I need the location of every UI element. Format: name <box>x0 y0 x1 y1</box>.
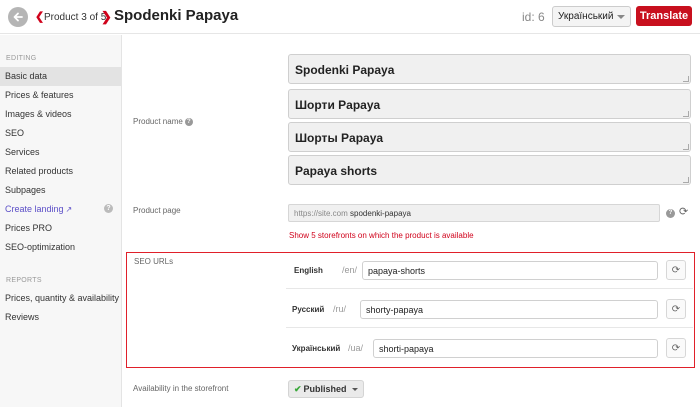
sidebar-item-prices-features[interactable]: Prices & features <box>0 86 121 105</box>
product-id: id: 6 <box>522 10 545 24</box>
sidebar-item-prices-quantity[interactable]: Prices, quantity & availability <box>0 289 121 308</box>
product-name-field-ua[interactable]: Шорти Papaya <box>288 89 691 119</box>
refresh-icon[interactable]: ⟳ <box>679 207 688 218</box>
product-name-field-pl[interactable]: Spodenki Papaya <box>288 54 691 84</box>
back-icon[interactable] <box>8 7 28 27</box>
sidebar-item-reviews[interactable]: Reviews <box>0 308 121 327</box>
availability-label: Availability in the storefront <box>133 384 229 393</box>
product-page-label: Product page <box>133 206 181 215</box>
refresh-icon[interactable]: ⟳ <box>666 338 686 358</box>
product-name-label: Product name? <box>133 117 193 126</box>
divider <box>286 327 693 328</box>
product-name-field-ru[interactable]: Шорты Papaya <box>288 122 691 152</box>
seo-path-ua: /ua/ <box>348 343 364 353</box>
product-name-label-text: Product name <box>133 117 183 126</box>
seo-lang-ukrainian: Український <box>292 344 341 353</box>
refresh-icon[interactable]: ⟳ <box>666 260 686 280</box>
sidebar-item-services[interactable]: Services <box>0 143 121 162</box>
sidebar-item-subpages[interactable]: Subpages <box>0 181 121 200</box>
translate-button[interactable]: Translate <box>636 6 692 26</box>
help-icon[interactable]: ? <box>184 117 193 126</box>
url-slug: spodenki-papaya <box>350 209 411 218</box>
page-title: Spodenki Papaya <box>114 7 239 24</box>
seo-lang-russian: Русский <box>292 305 325 314</box>
product-counter: Product 3 of 5 <box>44 12 107 23</box>
sidebar-item-basic-data[interactable]: Basic data <box>0 67 121 86</box>
resize-handle-icon[interactable] <box>683 177 689 183</box>
divider <box>286 288 693 289</box>
seo-url-input-en[interactable]: papaya-shorts <box>362 261 658 280</box>
sidebar-item-create-landing[interactable]: Create landing ↗ ? <box>0 200 121 219</box>
resize-handle-icon[interactable] <box>683 144 689 150</box>
sidebar-section-reports: REPORTS <box>6 277 42 284</box>
chevron-down-icon <box>617 15 625 19</box>
url-prefix: https://site.com <box>294 209 348 218</box>
page-header: ❮ Product 3 of 5 ❯ Spodenki Papaya id: 6… <box>0 0 700 34</box>
seo-path-ru: /ru/ <box>333 304 347 314</box>
availability-status: Published <box>303 384 347 394</box>
seo-url-input-ua[interactable]: shorti-papaya <box>373 339 658 358</box>
next-product-icon[interactable]: ❯ <box>101 9 112 25</box>
resize-handle-icon[interactable] <box>683 76 689 82</box>
seo-path-en: /en/ <box>342 265 358 275</box>
prev-product-icon[interactable]: ❮ <box>35 10 44 23</box>
sidebar-item-images-videos[interactable]: Images & videos <box>0 105 121 124</box>
resize-handle-icon[interactable] <box>683 111 689 117</box>
sidebar-item-seo-optimization[interactable]: SEO-optimization <box>0 238 121 257</box>
sidebar-item-label: Create landing <box>5 204 64 214</box>
seo-url-input-ru[interactable]: shorty-papaya <box>360 300 658 319</box>
product-name-value: Spodenki Papaya <box>295 63 395 77</box>
sidebar-item-seo[interactable]: SEO <box>0 124 121 143</box>
language-select-value: Український <box>558 11 614 22</box>
seo-lang-english: English <box>294 266 323 275</box>
chevron-down-icon <box>352 388 358 391</box>
help-icon[interactable]: ? <box>104 204 113 213</box>
refresh-icon[interactable]: ⟳ <box>666 299 686 319</box>
product-name-value: Шорты Papaya <box>295 131 384 145</box>
availability-dropdown[interactable]: ✔ Published <box>288 380 364 398</box>
product-page-url-field[interactable]: https://site.com spodenki-papaya <box>288 204 660 222</box>
help-icon[interactable]: ? <box>666 209 675 218</box>
storefronts-link[interactable]: Show 5 storefronts on which the product … <box>289 231 474 240</box>
external-link-icon: ↗ <box>65 205 73 214</box>
sidebar: EDITING Basic data Prices & features Ima… <box>0 35 122 407</box>
product-name-value: Papaya shorts <box>295 164 378 178</box>
seo-urls-label: SEO URLs <box>134 257 174 266</box>
language-select[interactable]: Український <box>552 6 631 27</box>
sidebar-item-prices-pro[interactable]: Prices PRO <box>0 219 121 238</box>
sidebar-section-editing: EDITING <box>6 55 37 62</box>
product-name-value: Шорти Papaya <box>295 98 381 112</box>
product-name-field-en[interactable]: Papaya shorts <box>288 155 691 185</box>
check-icon: ✔ <box>294 384 302 394</box>
sidebar-item-related-products[interactable]: Related products <box>0 162 121 181</box>
